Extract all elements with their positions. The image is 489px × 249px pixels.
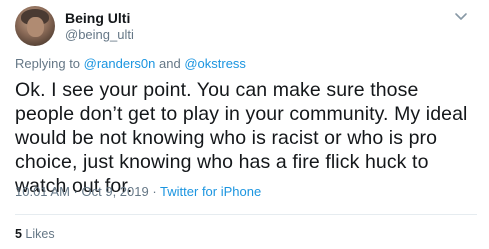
tweet-source[interactable]: Twitter for iPhone <box>160 184 261 199</box>
avatar-face <box>27 17 44 37</box>
replying-to-prefix: Replying to <box>15 56 84 71</box>
tweet-text: Ok. I see your point. You can make sure … <box>15 79 468 197</box>
likes-count[interactable]: 5 Likes <box>15 227 55 241</box>
author-name[interactable]: Being Ulti <box>65 10 130 26</box>
reply-user-link-2[interactable]: @okstress <box>184 56 246 71</box>
tweet-time[interactable]: 10:01 AM <box>15 184 70 199</box>
replying-to-joiner: and <box>155 56 185 71</box>
tweet-card: Being Ulti @being_ulti Replying to @rand… <box>0 0 489 249</box>
tweet-meta: 10:01 AM · Oct 9, 2019 · Twitter for iPh… <box>15 184 261 199</box>
chevron-down-icon[interactable] <box>454 12 468 22</box>
meta-separator: · <box>148 184 161 199</box>
divider <box>15 214 477 215</box>
meta-separator: · <box>69 184 82 199</box>
likes-label: Likes <box>21 227 55 241</box>
author-handle[interactable]: @being_ulti <box>65 27 134 42</box>
tweet-date[interactable]: Oct 9, 2019 <box>82 184 149 199</box>
avatar[interactable] <box>15 6 55 46</box>
reply-user-link-1[interactable]: @randers0n <box>84 56 156 71</box>
replying-to-line: Replying to @randers0n and @okstress <box>15 56 246 71</box>
likes-number: 5 <box>15 227 22 241</box>
